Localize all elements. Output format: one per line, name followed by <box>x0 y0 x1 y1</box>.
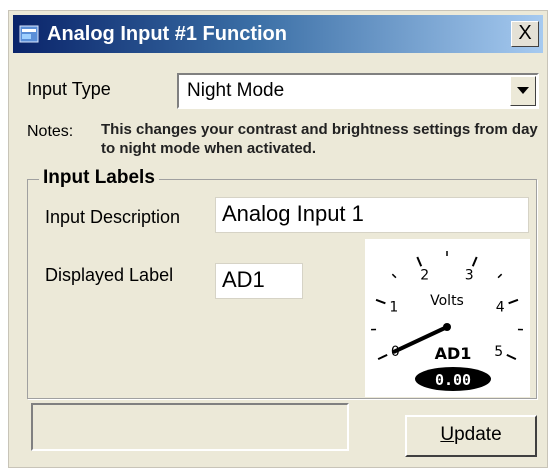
dialog-window: Analog Input #1 Function X Input Type Ni… <box>8 10 548 468</box>
window-title: Analog Input #1 Function <box>47 23 287 45</box>
input-description-value: Analog Input 1 <box>222 201 364 226</box>
input-description-label: Input Description <box>45 207 181 227</box>
input-description-field[interactable]: Analog Input 1 <box>215 197 529 233</box>
gauge-scale-label: 3 <box>465 268 474 284</box>
gauge-major-tick <box>471 256 478 267</box>
gauge-tag-label: AD1 <box>435 344 472 363</box>
gauge-major-tick <box>375 298 386 305</box>
gauge-major-tick <box>506 353 517 361</box>
input-type-select[interactable]: Night Mode <box>177 73 539 109</box>
title-bar[interactable]: Analog Input #1 Function X <box>13 15 543 53</box>
gauge-unit-label: Volts <box>430 293 464 309</box>
input-type-value: Night Mode <box>187 80 285 101</box>
app-window-icon <box>19 24 39 44</box>
gauge-scale-label: 4 <box>496 300 505 316</box>
gauge-pivot <box>443 323 451 331</box>
gauge-major-tick <box>416 256 423 267</box>
gauge-minor-tick <box>391 273 397 279</box>
input-type-label: Input Type <box>27 79 111 99</box>
gauge-major-tick <box>377 353 388 361</box>
notes-label: Notes: <box>27 123 74 140</box>
gauge-major-tick <box>508 298 519 305</box>
displayed-label-value: AD1 <box>222 267 265 292</box>
displayed-label-label: Displayed Label <box>45 265 174 285</box>
update-button[interactable]: Update <box>405 415 537 457</box>
gauge-scale-label: 5 <box>494 344 503 360</box>
input-labels-group-title: Input Labels <box>39 167 159 189</box>
gauge-minor-tick <box>497 273 503 279</box>
gauge-scale-label: 2 <box>420 268 429 284</box>
update-button-label: pdate <box>454 424 502 445</box>
displayed-label-field[interactable]: AD1 <box>215 263 303 299</box>
volts-gauge: 012345 Volts AD1 0.00 <box>365 239 530 397</box>
close-button[interactable]: X <box>511 21 539 47</box>
gauge-readout: 0.00 <box>435 371 471 389</box>
notes-text: This changes your contrast and brightnes… <box>101 121 538 157</box>
status-field <box>31 403 349 451</box>
update-button-mnemonic: U <box>440 424 455 445</box>
gauge-scale-label: 1 <box>389 300 398 316</box>
dropdown-button[interactable] <box>510 76 536 106</box>
gauge-graphic: 012345 Volts AD1 0.00 <box>371 251 523 391</box>
